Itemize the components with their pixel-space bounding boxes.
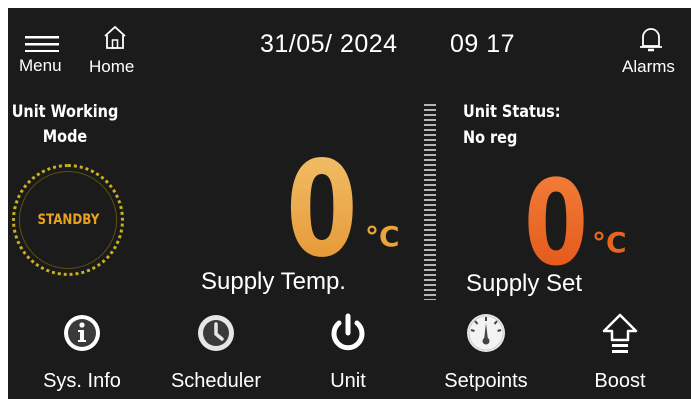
supply-temp-value: 0 (286, 133, 358, 287)
menu-label: Menu (19, 56, 62, 75)
nav-boost[interactable]: Boost (560, 308, 680, 399)
power-icon (331, 313, 365, 351)
hamburger-icon (25, 36, 59, 52)
working-mode-state: STANDBY (37, 212, 99, 228)
info-icon (64, 315, 100, 351)
current-time: 09 17 (450, 30, 516, 58)
nav-setpoints[interactable]: Setpoints (426, 308, 546, 399)
home-label: Home (89, 57, 135, 76)
supply-set-label: Supply Set (466, 270, 583, 297)
current-date: 31/05/ 2024 (260, 30, 398, 58)
nav-boost-label: Boost (594, 370, 646, 392)
working-mode-title-line2: Mode (42, 127, 88, 147)
working-mode-title-line1: Unit Working (11, 102, 119, 122)
home-button[interactable]: Home (84, 20, 146, 76)
nav-sys-info[interactable]: Sys. Info (22, 308, 142, 399)
clock-icon (198, 315, 234, 351)
hmi-screen: Menu Home 31/05/ 2024 09 17 Alarms Unit … (8, 8, 691, 399)
menu-button[interactable]: Menu (16, 30, 72, 76)
nav-scheduler[interactable]: Scheduler (156, 308, 276, 399)
nav-unit-label: Unit (330, 370, 366, 392)
supply-temp-label: Supply Temp. (201, 268, 346, 295)
supply-set-unit: °C (592, 226, 627, 259)
working-mode-indicator[interactable]: STANDBY (12, 164, 124, 276)
home-icon (104, 25, 126, 49)
bell-icon (640, 28, 662, 52)
unit-status-title: Unit Status: (463, 102, 561, 122)
nav-unit[interactable]: Unit (288, 308, 408, 399)
temperature-scale-ticks (424, 104, 436, 300)
gauge-icon (467, 314, 505, 352)
boost-arrow-icon (602, 313, 638, 353)
alarms-label: Alarms (622, 57, 675, 76)
supply-set-value: 0 (524, 154, 589, 292)
working-mode-title: Unit Working Mode (10, 100, 121, 150)
alarms-button[interactable]: Alarms (616, 22, 686, 78)
unit-status-value: No reg (463, 128, 518, 148)
supply-temp-unit: °C (365, 220, 400, 253)
